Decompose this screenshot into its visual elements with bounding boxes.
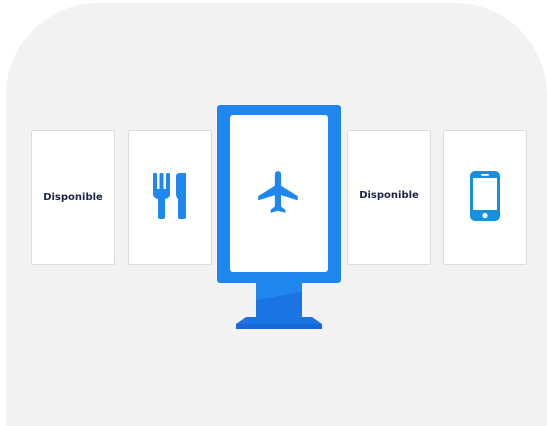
smartphone-icon	[470, 170, 500, 225]
slot-card-4[interactable]: Disponible	[347, 130, 431, 265]
slot-label-4: Disponible	[359, 190, 419, 201]
slot-card-5[interactable]	[443, 130, 527, 265]
